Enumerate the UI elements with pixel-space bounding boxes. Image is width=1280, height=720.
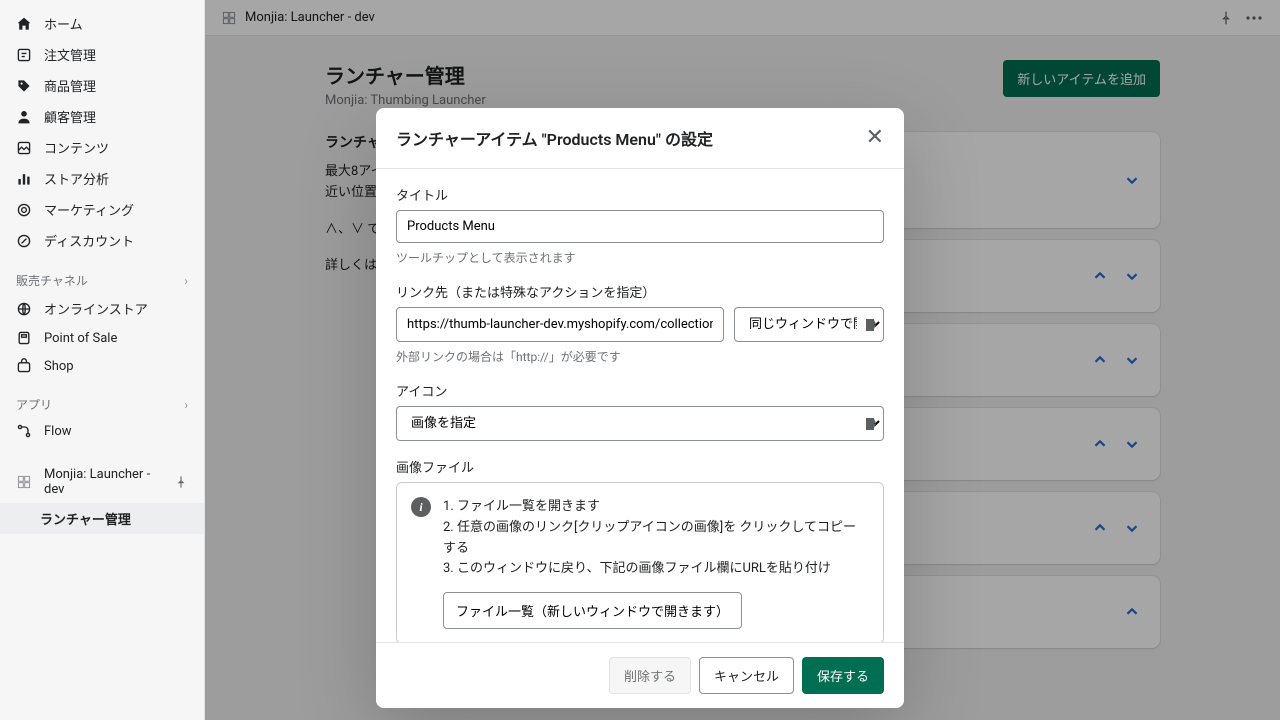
chevron-right-icon: › [184, 274, 188, 288]
info-step: 3. このウィンドウに戻り、下記の画像ファイル欄にURLを貼り付け [443, 559, 869, 580]
save-button[interactable]: 保存する [802, 657, 884, 694]
info-icon: i [411, 497, 431, 517]
link-input[interactable] [396, 307, 724, 342]
nav-label: ストア分析 [44, 169, 109, 188]
nav-label: 商品管理 [44, 76, 96, 95]
nav-label: 顧客管理 [44, 107, 96, 126]
delete-button[interactable]: 削除する [609, 657, 691, 694]
nav-label: ホーム [44, 14, 83, 33]
pin-icon[interactable] [174, 475, 188, 489]
section-label: アプリ [16, 396, 52, 413]
image-file-label: 画像ファイル [396, 457, 884, 476]
section-label: 販売チャネル [16, 272, 88, 289]
nav-marketing[interactable]: マーケティング [0, 194, 204, 225]
apps-section[interactable]: アプリ › [0, 388, 204, 417]
icon-label: アイコン [396, 381, 884, 400]
link-hint: 外部リンクの場合は「http://」が必要です [396, 348, 884, 365]
nav-label: 注文管理 [44, 45, 96, 64]
info-step: 1. ファイル一覧を開きます [443, 497, 869, 518]
nav-online-store[interactable]: オンラインストア [0, 293, 204, 324]
icon-select[interactable]: 画像を指定 [396, 406, 884, 441]
nav-products[interactable]: 商品管理 [0, 70, 204, 101]
app-icon [16, 474, 32, 490]
title-hint: ツールチップとして表示されます [396, 249, 884, 266]
nav-label: Flow [44, 424, 72, 439]
nav-orders[interactable]: 注文管理 [0, 39, 204, 70]
pos-icon [16, 330, 32, 346]
title-label: タイトル [396, 185, 884, 204]
home-icon [16, 16, 32, 32]
content-icon [16, 140, 32, 156]
nav-label: Point of Sale [44, 331, 117, 346]
nav-label: Monjia: Launcher - dev [44, 467, 162, 497]
analytics-icon [16, 171, 32, 187]
nav-label: マーケティング [44, 200, 134, 219]
shop-icon [16, 358, 32, 374]
modal-title: ランチャーアイテム "Products Menu" の設定 [396, 126, 713, 150]
marketing-icon [16, 202, 32, 218]
nav-content[interactable]: コンテンツ [0, 132, 204, 163]
nav-label: ディスカウント [44, 231, 134, 250]
chevron-right-icon: › [184, 398, 188, 412]
settings-modal: ランチャーアイテム "Products Menu" の設定 ✕ タイトル ツール… [376, 108, 904, 708]
channels-section[interactable]: 販売チャネル › [0, 264, 204, 293]
products-icon [16, 78, 32, 94]
title-input[interactable] [396, 210, 884, 243]
nav-discounts[interactable]: ディスカウント [0, 225, 204, 256]
close-button[interactable]: ✕ [866, 127, 884, 149]
nav-home[interactable]: ホーム [0, 8, 204, 39]
store-icon [16, 301, 32, 317]
nav-analytics[interactable]: ストア分析 [0, 163, 204, 194]
flow-icon [16, 423, 32, 439]
discount-icon [16, 233, 32, 249]
cancel-button[interactable]: キャンセル [699, 657, 794, 694]
customers-icon [16, 109, 32, 125]
nav-shop[interactable]: Shop [0, 352, 204, 380]
nav-pos[interactable]: Point of Sale [0, 324, 204, 352]
sidebar: ホーム 注文管理 商品管理 顧客管理 コンテンツ ストア分析 マーケティング デ… [0, 0, 205, 720]
nav-label: コンテンツ [44, 138, 109, 157]
link-target-select[interactable]: 同じウィンドウで開く [734, 307, 884, 342]
nav-label: ランチャー管理 [40, 509, 131, 528]
orders-icon [16, 47, 32, 63]
nav-label: Shop [44, 359, 74, 374]
nav-launcher-manage[interactable]: ランチャー管理 [0, 503, 204, 534]
open-file-list-button[interactable]: ファイル一覧（新しいウィンドウで開きます） [443, 592, 742, 629]
link-label: リンク先（または特殊なアクションを指定） [396, 282, 884, 301]
info-box: i 1. ファイル一覧を開きます 2. 任意の画像のリンク[クリップアイコンの画… [396, 482, 884, 642]
info-step: 2. 任意の画像のリンク[クリップアイコンの画像]を クリックしてコピーする [443, 518, 869, 560]
nav-label: オンラインストア [44, 299, 148, 318]
nav-current-app[interactable]: Monjia: Launcher - dev [0, 461, 204, 503]
nav-customers[interactable]: 顧客管理 [0, 101, 204, 132]
nav-flow[interactable]: Flow [0, 417, 204, 445]
